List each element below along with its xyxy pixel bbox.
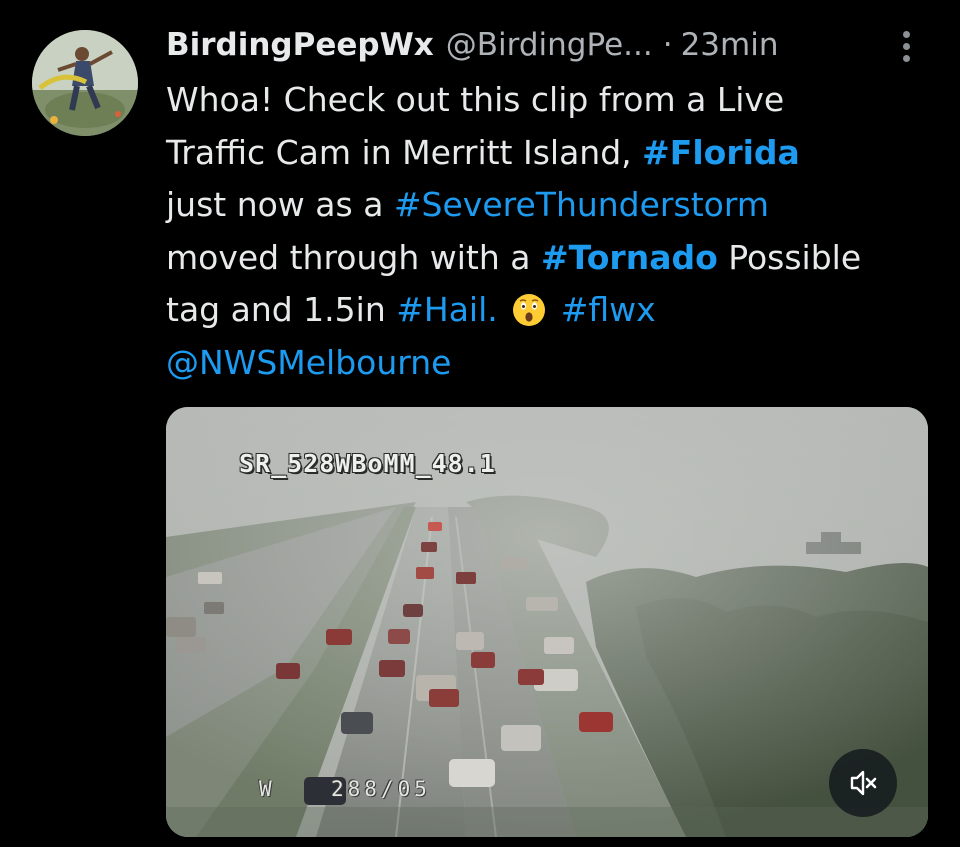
- separator-dot: ·: [662, 27, 673, 63]
- profile-avatar-image: [32, 30, 138, 136]
- tweet-line-5: tag and 1.5in #Hail. #flwx: [166, 290, 656, 329]
- video-player[interactable]: SR_528WBoMM_48.1 W 288/05: [166, 407, 928, 837]
- tweet-text: Whoa! Check out this clip from a Live Tr…: [166, 74, 946, 389]
- mute-toggle-button[interactable]: [829, 749, 897, 817]
- display-name[interactable]: BirdingPeepWx: [166, 27, 434, 63]
- hashtag-severe-thunderstorm[interactable]: #SevereThunderstorm: [394, 185, 769, 224]
- avatar[interactable]: [32, 30, 138, 136]
- user-handle[interactable]: @BirdingPe...: [446, 27, 653, 63]
- camera-label: SR_528WBoMM_48.1: [239, 449, 496, 478]
- timestamp[interactable]: 23min: [681, 27, 779, 63]
- tweet-line-2: Traffic Cam in Merritt Island, #Florida: [166, 132, 800, 172]
- astonished-face-emoji-icon: [513, 294, 546, 326]
- tweet-header: BirdingPeepWx @BirdingPe... · 23min: [166, 22, 886, 68]
- mention-nwsmelbourne[interactable]: @NWSMelbourne: [166, 343, 451, 382]
- direction-label: W: [259, 777, 272, 801]
- hashtag-flwx[interactable]: #flwx: [561, 290, 656, 329]
- more-options-button[interactable]: [888, 26, 924, 66]
- muted-speaker-icon: [850, 770, 877, 796]
- tweet-line-6: @NWSMelbourne: [166, 337, 946, 390]
- more-vertical-icon: [902, 30, 910, 38]
- hashtag-florida[interactable]: #Florida: [642, 133, 800, 172]
- tweet-line-3: just now as a #SevereThunderstorm: [166, 185, 769, 224]
- hashtag-tornado[interactable]: #Tornado: [541, 238, 718, 277]
- compass-label: 288/05: [331, 777, 431, 801]
- tweet-line-4: moved through with a #Tornado Possible: [166, 237, 862, 277]
- tweet-line-1: Whoa! Check out this clip from a Live: [166, 80, 785, 119]
- hashtag-hail[interactable]: #Hail.: [396, 290, 498, 329]
